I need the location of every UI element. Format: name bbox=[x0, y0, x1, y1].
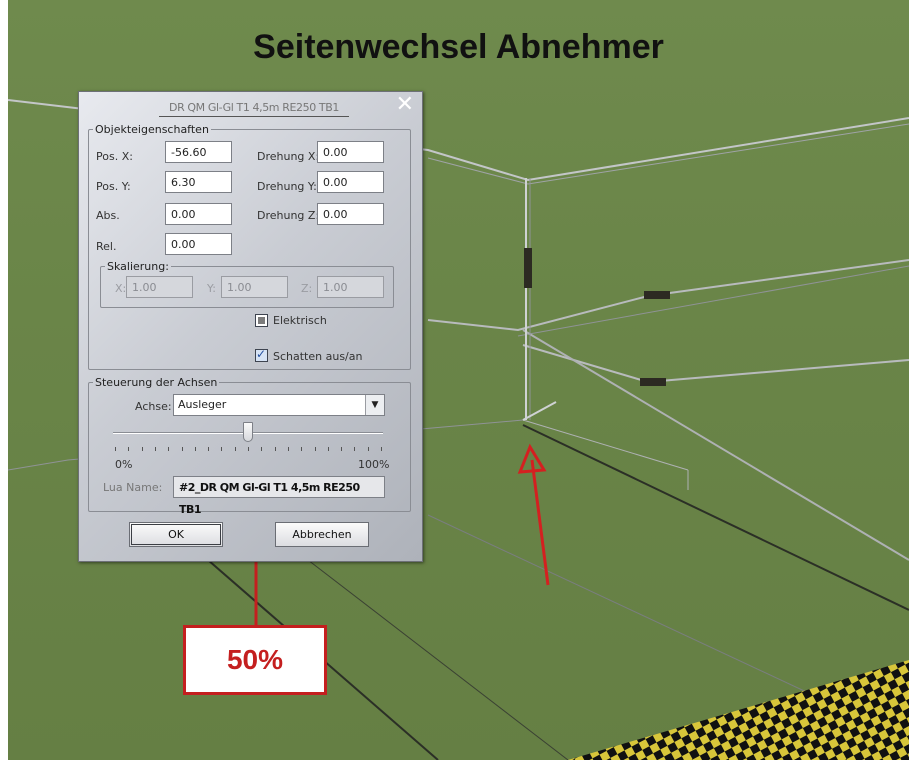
lua-name-label: Lua Name: bbox=[103, 481, 163, 494]
rel-label: Rel. bbox=[96, 240, 117, 253]
slider-tick bbox=[234, 447, 236, 451]
slider-tick bbox=[314, 447, 316, 451]
rotation-y-input[interactable]: 0.00 bbox=[317, 171, 384, 193]
abs-label: Abs. bbox=[96, 209, 120, 222]
slider-tick bbox=[301, 447, 303, 451]
schatten-checkbox[interactable] bbox=[255, 347, 268, 362]
rel-input[interactable]: 0.00 bbox=[165, 233, 232, 255]
slider-tick bbox=[327, 447, 329, 451]
elektrisch-label: Elektrisch bbox=[273, 314, 327, 327]
scale-y-input[interactable]: 1.00 bbox=[221, 276, 288, 298]
chevron-down-icon[interactable]: ▼ bbox=[365, 395, 384, 415]
schatten-label: Schatten aus/an bbox=[273, 350, 363, 363]
slider-tick bbox=[128, 447, 130, 451]
axis-control-legend: Steuerung der Achsen bbox=[95, 376, 218, 389]
slider-tick bbox=[115, 447, 116, 451]
slider-min-label: 0% bbox=[115, 458, 133, 471]
rotation-x-input[interactable]: 0.00 bbox=[317, 141, 384, 163]
scale-z-input[interactable]: 1.00 bbox=[317, 276, 384, 298]
rotation-z-label: Drehung Z: bbox=[257, 209, 320, 222]
scale-x-input[interactable]: 1.00 bbox=[126, 276, 193, 298]
abs-input[interactable]: 0.00 bbox=[165, 203, 232, 225]
slider-thumb[interactable] bbox=[243, 422, 253, 442]
scaling-legend: Skalierung: bbox=[107, 260, 169, 273]
slider-tick bbox=[354, 447, 356, 451]
scale-y-label: Y: bbox=[207, 282, 216, 295]
slider-tick bbox=[341, 447, 343, 451]
slider-max-label: 100% bbox=[358, 458, 390, 471]
page-headline: Seitenwechsel Abnehmer bbox=[253, 28, 664, 66]
slider-tick bbox=[248, 447, 249, 451]
slider-tick bbox=[381, 447, 382, 451]
slider-tick bbox=[261, 447, 263, 451]
percentage-callout: 50% bbox=[183, 625, 327, 695]
pos-x-input[interactable]: -56.60 bbox=[165, 141, 232, 163]
ok-button[interactable]: OK bbox=[129, 522, 223, 547]
pos-y-input[interactable]: 6.30 bbox=[165, 171, 232, 193]
axis-label: Achse: bbox=[135, 400, 172, 413]
scale-z-label: Z: bbox=[301, 282, 313, 295]
slider-tick bbox=[181, 447, 183, 451]
slider-tick bbox=[141, 447, 143, 451]
slider-tick bbox=[208, 447, 210, 451]
cancel-button[interactable]: Abbrechen bbox=[275, 522, 369, 547]
slider-tick bbox=[194, 447, 196, 451]
rotation-z-input[interactable]: 0.00 bbox=[317, 203, 384, 225]
pos-x-label: Pos. X: bbox=[96, 150, 133, 163]
object-properties-legend: Objekteigenschaften bbox=[95, 123, 209, 136]
scale-x-label: X: bbox=[115, 282, 127, 295]
slider-tick bbox=[287, 447, 289, 451]
lua-name-field[interactable]: #2_DR QM Gl-Gl T1 4,5m RE250 TB1 bbox=[173, 476, 385, 516]
slider-tick bbox=[274, 447, 276, 451]
pos-y-label: Pos. Y: bbox=[96, 180, 131, 193]
axis-select-value: Ausleger bbox=[178, 398, 227, 411]
close-icon[interactable]: ✕ bbox=[396, 94, 414, 116]
rotation-x-label: Drehung X: bbox=[257, 150, 320, 163]
slider-tick bbox=[154, 447, 156, 451]
object-properties-dialog: DR QM Gl-Gl T1 4,5m RE250 TB1 ✕ Objektei… bbox=[78, 91, 423, 562]
dialog-title: DR QM Gl-Gl T1 4,5m RE250 TB1 bbox=[159, 101, 349, 117]
rotation-y-label: Drehung Y: bbox=[257, 180, 317, 193]
axis-select[interactable]: Ausleger ▼ bbox=[173, 394, 385, 416]
slider-tick bbox=[221, 447, 223, 451]
slider-tick bbox=[168, 447, 170, 451]
slider-tick bbox=[367, 447, 369, 451]
elektrisch-checkbox[interactable] bbox=[255, 314, 268, 327]
